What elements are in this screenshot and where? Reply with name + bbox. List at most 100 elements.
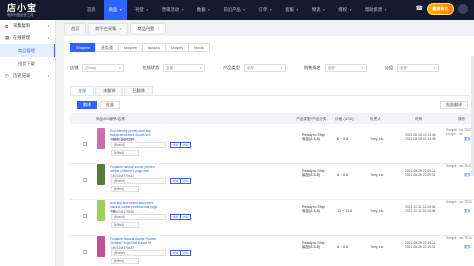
brand-field[interactable]: (Brand) (111, 142, 166, 148)
row-more-link[interactable]: 更多 (464, 244, 471, 249)
nav-item[interactable]: 营销活动 ▼ (157, 0, 189, 20)
nav-item[interactable]: 前沿产品 ▼ (219, 0, 251, 20)
platform-tab[interactable]: Shopee (70, 43, 96, 52)
page-tab[interactable]: 首页 (64, 23, 87, 33)
sidebar-group[interactable]: ▦ 在线管理 ▲ (0, 32, 55, 44)
filter-select[interactable]: 全部 ▼ (324, 64, 367, 72)
table-row: Foldable Natural Suede Rubber Children Y… (70, 232, 474, 266)
detail-field[interactable]: (Mfmd) (111, 150, 139, 156)
platform-tab[interactable]: lazada (141, 43, 166, 52)
chevron-down-icon: ▼ (384, 8, 388, 12)
row-extra: Sample : un-TE23 (446, 236, 474, 240)
filter-select[interactable]: (Shop) ▼ (82, 64, 125, 72)
nav-item[interactable]: 刊登 ▼ (130, 0, 154, 20)
status-tab[interactable]: 已翻译 (124, 86, 153, 95)
avatar[interactable] (458, 4, 468, 14)
row-checkbox[interactable] (83, 178, 87, 182)
status-line: 商品(8-5-8) (302, 245, 320, 250)
nav-item-label: 首页 (87, 7, 96, 12)
nav-item[interactable]: 授权 ▼ (333, 0, 357, 20)
page-tab-label: 首页 (71, 25, 80, 31)
filter-select[interactable]: 全部 ▼ (397, 64, 440, 72)
detail-field[interactable]: (Mfmd) (111, 258, 139, 264)
row-more-link[interactable]: 更多 (464, 136, 471, 141)
row-times: 2021-08-28 22:13:48 2021-08-28 22:13:48 (405, 133, 436, 142)
brand-field[interactable]: (Brand) (111, 178, 166, 184)
edit-tag-button[interactable]: WG (180, 214, 192, 220)
nav-item[interactable]: 数据 ▼ (192, 0, 216, 20)
chevron-down-icon: ▼ (295, 8, 299, 12)
row-owner: Tony Liu (370, 245, 384, 249)
nav-item[interactable]: 订单 ▼ (254, 0, 278, 20)
chevron-icon: ▼ (47, 74, 50, 78)
row-times: 2021-08-28 22:19:11 2021-08-28 22:19:11 (405, 241, 435, 250)
batch-translate-button[interactable]: 批量翻译 (440, 101, 468, 109)
nav-item[interactable]: 物流 ▼ (307, 0, 331, 20)
row-checkbox[interactable] (83, 142, 87, 146)
page-tabs: 首页 跨平台采集 × 商品刊登 × (60, 20, 474, 33)
row-checkbox[interactable] (83, 214, 87, 218)
nav-item[interactable]: 首页 (82, 0, 101, 20)
bell-icon[interactable]: ☎ (415, 5, 423, 13)
top-right-tools: ☎ 邀请有礼 (415, 3, 468, 15)
th-type: 产品类型/产品分类 (296, 117, 327, 121)
batch-button[interactable]: 批量 (100, 101, 120, 109)
top-nav-bar: 店小宝 电商刊登运营工具 首页 商品 ▼ 刊登 ▼ 营销活动 ▼ 数据 ▼ 前沿产品 ▼ 订单 ▼ 客服 ▼… (0, 0, 474, 20)
filter-select[interactable]: 全部 ▼ (243, 64, 286, 72)
status-tab[interactable]: 全部 (70, 86, 95, 95)
detail-field[interactable]: (Mfmd) (111, 222, 139, 228)
row-status: Ready to Ship 商品(8-5-8) (302, 241, 325, 250)
nav-item-label: 订单 (258, 7, 268, 12)
platform-tab[interactable]: shopify (164, 43, 190, 52)
sidebar-group[interactable]: ◷ 历史记录 ▼ (0, 70, 55, 82)
chevron-down-icon: ▼ (207, 8, 211, 12)
brand-field[interactable]: (Brand) (111, 214, 166, 220)
filter-label: 销售排名 (303, 65, 321, 70)
chevron-icon: ▲ (47, 36, 50, 40)
table-row: Anti-slip and sweat-absorbent natural ru… (70, 196, 474, 236)
platform-tab[interactable]: tiktok (188, 43, 210, 52)
page-tab[interactable]: 商品刊登 × (130, 23, 167, 33)
nav-item-label: 刊登 (135, 7, 144, 12)
time-line: 2021-08-28 22:19:11 (405, 245, 436, 250)
sidebar-group[interactable]: ⧉ 采集复制 ▼ (0, 20, 55, 32)
invite-promo-button[interactable]: 邀请有礼 (427, 3, 454, 15)
status-tab[interactable]: 未翻译 (95, 86, 124, 95)
nav-item[interactable]: 客服 ▼ (280, 0, 304, 20)
close-icon[interactable]: × (119, 27, 121, 31)
filter-label: 店铺 (70, 65, 79, 70)
row-price: 13 ~ 13.8 (337, 209, 353, 213)
filter-select[interactable]: 全部 ▼ (163, 64, 206, 72)
sidebar-item[interactable]: 找货下载 (0, 57, 55, 70)
logo-text: 店小宝 (7, 2, 38, 13)
filter-value: (Shop) (85, 66, 96, 70)
product-title-link[interactable]: Foldable natural suede printed rubber ch… (98, 165, 158, 173)
extra-line: Sample : un-TE23 (446, 236, 472, 240)
filter-value: 全部 (166, 65, 174, 70)
product-title-link[interactable]: Foldable Natural Suede Rubber Children Y… (98, 237, 158, 245)
filter-value: 全部 (327, 65, 335, 70)
th-price: 价格 (USD) (335, 117, 354, 121)
edit-tag-button[interactable]: WG (180, 250, 192, 256)
translate-button[interactable]: 翻译 (77, 101, 97, 109)
nav-item[interactable]: 商品 ▼ (103, 0, 128, 20)
nav-item-label: 授权 (338, 7, 347, 12)
detail-field[interactable]: (Mfmd) (111, 186, 139, 192)
platform-tab[interactable]: shopee (117, 43, 143, 52)
brand-field[interactable]: (Brand) (111, 250, 166, 256)
page-tab[interactable]: 跨平台采集 × (88, 23, 129, 33)
edit-tag-button[interactable]: WG (180, 178, 192, 184)
nav-item[interactable]: 帮助反馈 ▼ (360, 0, 392, 20)
row-more-link[interactable]: 更多 (464, 208, 471, 213)
edit-tag-button[interactable]: WG (180, 142, 192, 148)
sidebar-item[interactable]: 商品管理 (0, 44, 55, 57)
row-times: 2021-08-28 22:09:11 2021-08-28 22:09:11 (405, 169, 435, 178)
platform-tab[interactable]: 速卖通 (94, 43, 119, 52)
row-checkbox[interactable] (83, 250, 87, 254)
extra-line: Sample : un-TE23 (446, 200, 472, 204)
page-tab-label: 商品刊登 (137, 25, 155, 31)
chevron-down-icon: ▼ (119, 8, 123, 12)
row-more-link[interactable]: 更多 (464, 172, 471, 177)
close-icon[interactable]: × (157, 27, 159, 31)
app-logo[interactable]: 店小宝 电商刊登运营工具 (0, 0, 56, 20)
